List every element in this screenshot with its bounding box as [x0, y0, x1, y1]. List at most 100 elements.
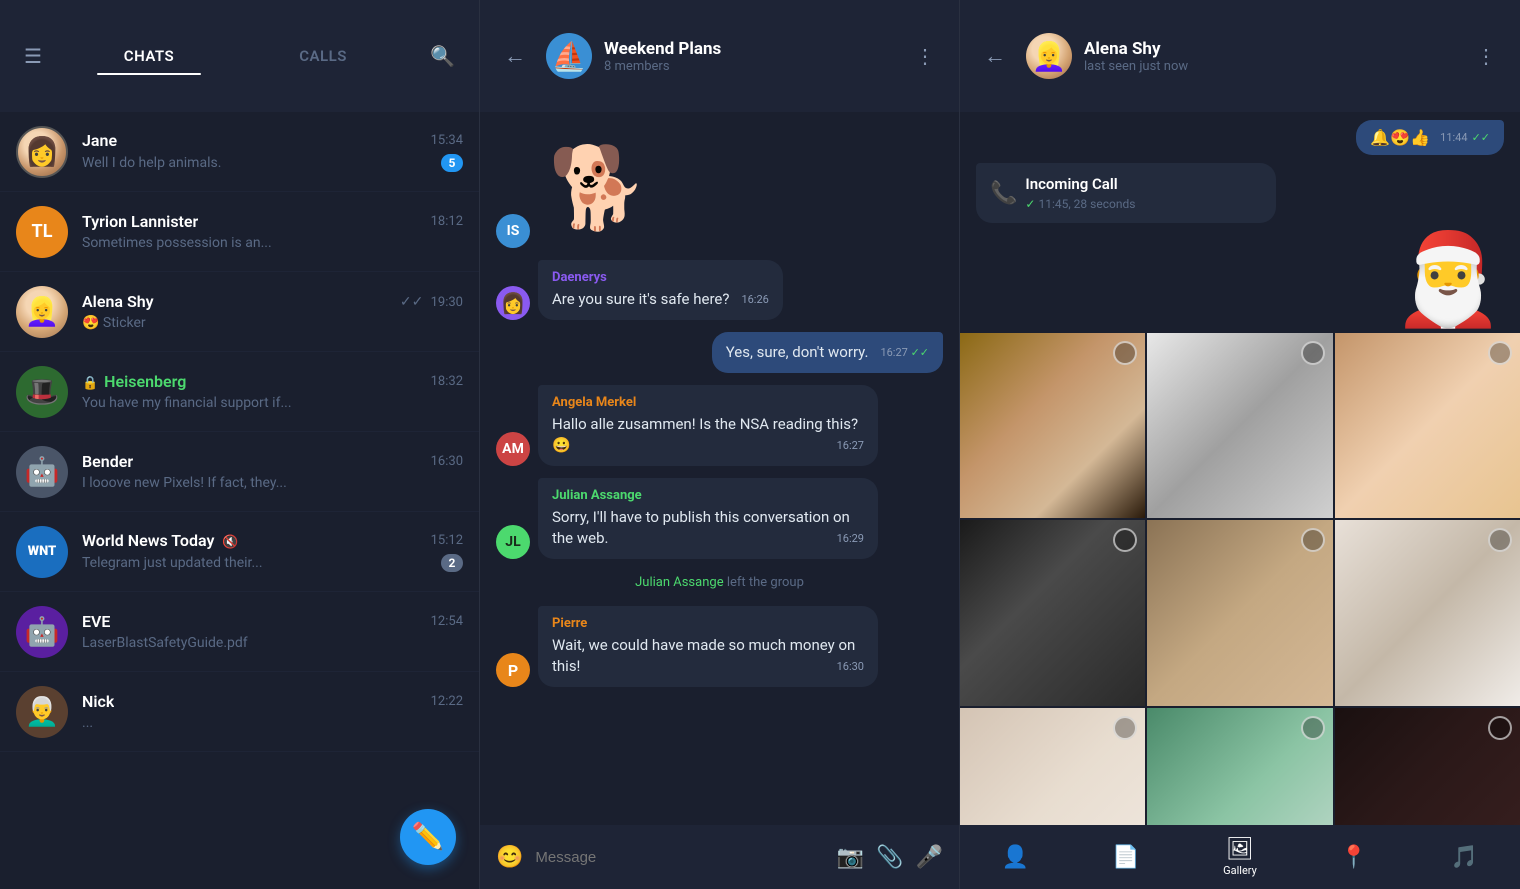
avatar: 🎩 — [16, 366, 68, 418]
select-checkbox[interactable] — [1113, 341, 1137, 365]
select-checkbox[interactable] — [1301, 528, 1325, 552]
search-icon[interactable]: 🔍 — [422, 36, 463, 76]
chat-time: 18:32 — [431, 374, 463, 389]
chat-preview: Telegram just updated their... — [82, 555, 433, 571]
tab-files[interactable]: 📄 — [1096, 841, 1155, 874]
message-time: 16:26 — [741, 293, 768, 306]
system-action: left the group — [727, 575, 804, 590]
attach-button[interactable]: 📎 — [876, 845, 903, 870]
chat-info: Alena Shy ✓✓ 19:30 😍 Sticker — [82, 292, 463, 331]
right-header: ← 👱‍♀️ Alena Shy last seen just now ⋮ — [960, 0, 1520, 112]
list-item[interactable]: 🤖 EVE 12:54 LaserBlastSafetyGuide.pdf — [0, 592, 479, 672]
left-tabs: CHATS CALLS — [62, 39, 410, 73]
list-item[interactable]: WNT World News Today 🔇 15:12 Telegram ju… — [0, 512, 479, 592]
message-avatar: IS — [496, 214, 530, 248]
gallery-item[interactable] — [1335, 333, 1520, 518]
tab-audio[interactable]: 🎵 — [1435, 841, 1494, 874]
incoming-message: JL Julian Assange Sorry, I'll have to pu… — [496, 478, 878, 559]
tab-calls[interactable]: CALLS — [236, 39, 410, 73]
chat-name: 🔒 Heisenberg — [82, 372, 186, 391]
gallery-item[interactable] — [960, 520, 1145, 705]
more-options-button[interactable]: ⋮ — [907, 36, 943, 76]
compose-button[interactable]: ✏️ — [400, 809, 456, 865]
list-item[interactable]: 🤖 Bender 16:30 I looove new Pixels! If f… — [0, 432, 479, 512]
chat-header-info: Weekend Plans 8 members — [604, 39, 895, 74]
avatar: 🤖 — [16, 606, 68, 658]
select-checkbox[interactable] — [1488, 716, 1512, 740]
message-sender: Pierre — [552, 616, 864, 631]
profile-name: Alena Shy — [1084, 39, 1456, 59]
chat-time: 15:12 — [431, 533, 463, 548]
chat-time: ✓✓ 19:30 — [400, 294, 463, 310]
select-checkbox[interactable] — [1113, 716, 1137, 740]
list-item[interactable]: 👨‍🦳 Nick 12:22 ... — [0, 672, 479, 752]
message-time: 11:44 — [1440, 131, 1467, 144]
message-time: 16:29 — [837, 532, 864, 545]
emoji-button[interactable]: 😊 — [496, 845, 523, 870]
message-time: 16:27 — [837, 439, 864, 452]
tab-gallery[interactable]: 🖼 Gallery — [1207, 833, 1273, 881]
chat-preview: 😍 Sticker — [82, 315, 463, 331]
chat-time: 15:34 — [431, 133, 463, 148]
select-checkbox[interactable] — [1488, 341, 1512, 365]
gallery-item[interactable] — [960, 333, 1145, 518]
phone-icon: 📞 — [990, 181, 1017, 206]
gallery-item[interactable] — [1147, 708, 1332, 825]
left-header: ☰ CHATS CALLS 🔍 — [0, 0, 479, 112]
list-item[interactable]: 👩 Jane 15:34 Well I do help animals. 5 — [0, 112, 479, 192]
profile-panel: ← 👱‍♀️ Alena Shy last seen just now ⋮ 🔔😍… — [960, 0, 1520, 889]
left-panel: ☰ CHATS CALLS 🔍 👩 Jane 15 — [0, 0, 480, 889]
list-item[interactable]: 🎩 🔒 Heisenberg 18:32 You have my financi… — [0, 352, 479, 432]
chat-preview: ... — [82, 715, 463, 731]
chat-list: 👩 Jane 15:34 Well I do help animals. 5 — [0, 112, 479, 889]
chat-info: World News Today 🔇 15:12 Telegram just u… — [82, 531, 463, 572]
gallery-item[interactable] — [1335, 708, 1520, 825]
message-sender: Julian Assange — [552, 488, 864, 503]
gallery-item[interactable] — [1147, 520, 1332, 705]
select-checkbox[interactable] — [1488, 528, 1512, 552]
message-bubble: Pierre Wait, we could have made so much … — [538, 606, 878, 687]
tab-profile[interactable]: 👤 — [986, 841, 1045, 874]
photo-gallery — [960, 333, 1520, 825]
gallery-item[interactable] — [960, 708, 1145, 825]
microphone-button[interactable]: 🎤 — [916, 845, 943, 870]
avatar: 👨‍🦳 — [16, 686, 68, 738]
double-check-icon: ✓✓ — [400, 294, 423, 310]
gallery-item[interactable] — [1335, 520, 1520, 705]
back-button[interactable]: ← — [976, 35, 1014, 77]
list-item[interactable]: 👱‍♀️ Alena Shy ✓✓ 19:30 😍 Sticker — [0, 272, 479, 352]
message-text: Yes, sure, don't worry. — [726, 343, 869, 361]
select-checkbox[interactable] — [1301, 716, 1325, 740]
tab-location[interactable]: 📍 — [1324, 841, 1383, 874]
message-input[interactable] — [535, 849, 824, 866]
camera-button[interactable]: 📷 — [837, 845, 864, 870]
more-options-button[interactable]: ⋮ — [1468, 36, 1504, 76]
chat-info: 🔒 Heisenberg 18:32 You have my financial… — [82, 372, 463, 411]
message-sender: Daenerys — [552, 270, 769, 285]
incoming-message: 👩 Daenerys Are you sure it's safe here? … — [496, 260, 783, 320]
menu-icon[interactable]: ☰ — [16, 36, 50, 76]
message-text: Wait, we could have made so much money o… — [552, 636, 855, 675]
audio-icon: 🎵 — [1451, 845, 1478, 870]
message-bubble: Angela Merkel Hallo alle zusammen! Is th… — [538, 385, 878, 466]
chat-name: World News Today 🔇 — [82, 531, 239, 550]
select-checkbox[interactable] — [1113, 528, 1137, 552]
message-avatar: JL — [496, 525, 530, 559]
mute-icon: 🔇 — [222, 535, 238, 550]
right-sticker: 🎅 — [960, 231, 1520, 333]
chat-time: 12:54 — [431, 614, 463, 629]
message-avatar: 👩 — [496, 286, 530, 320]
location-icon: 📍 — [1340, 845, 1367, 870]
back-button[interactable]: ← — [496, 35, 534, 77]
message-bubble: Daenerys Are you sure it's safe here? 16… — [538, 260, 783, 320]
chat-title: Weekend Plans — [604, 39, 895, 59]
chat-name: Alena Shy — [82, 292, 154, 311]
gallery-item[interactable] — [1147, 333, 1332, 518]
messages-area: IS 🐕 👩 Daenerys Are you sure it's safe h… — [480, 112, 959, 825]
tab-chats[interactable]: CHATS — [62, 39, 236, 73]
sticker-image: 🎅 — [1392, 235, 1504, 325]
select-checkbox[interactable] — [1301, 341, 1325, 365]
message-input-bar: 😊 📷 📎 🎤 — [480, 825, 959, 889]
avatar: TL — [16, 206, 68, 258]
list-item[interactable]: TL Tyrion Lannister 18:12 Sometimes poss… — [0, 192, 479, 272]
